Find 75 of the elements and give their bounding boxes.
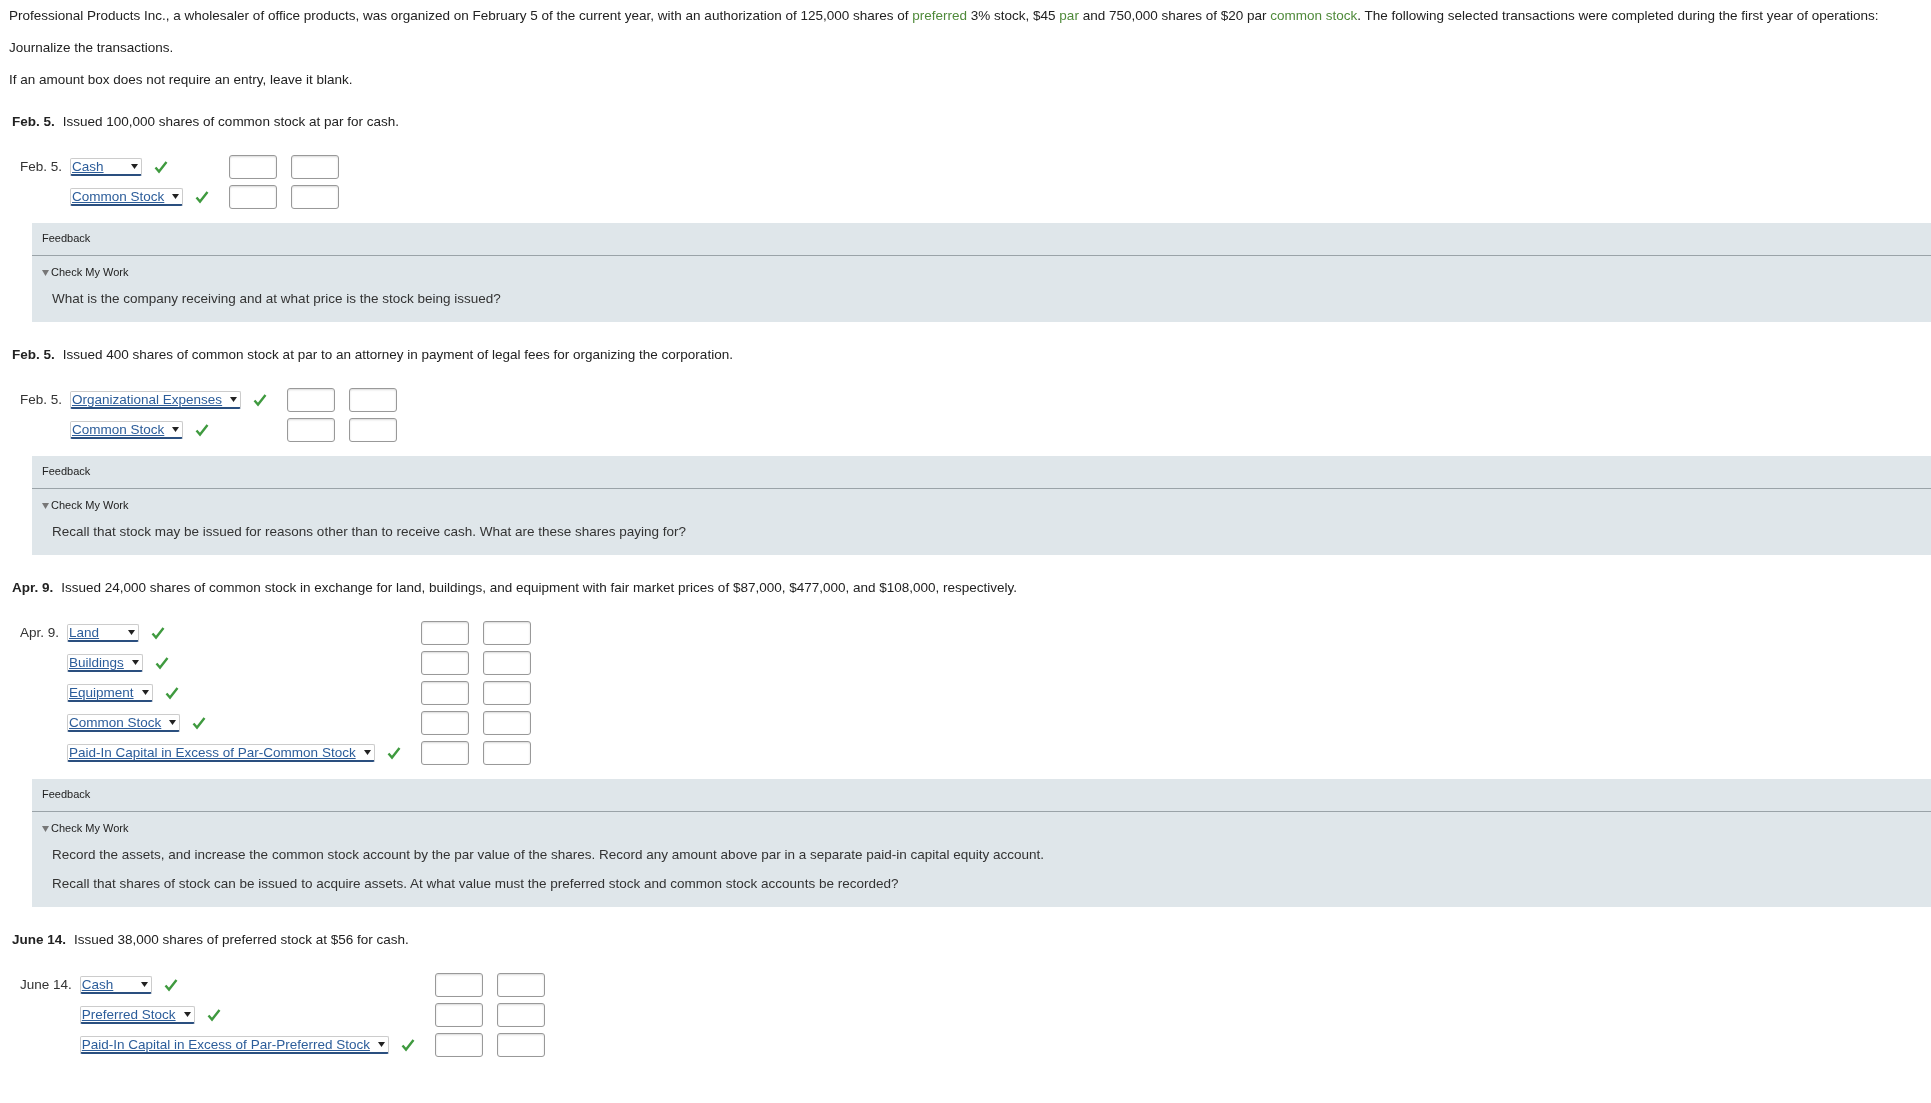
credit-amount-field[interactable] <box>496 1033 545 1057</box>
feedback-title: Feedback <box>41 231 92 245</box>
account-dropdown[interactable]: Common Stock <box>70 188 184 206</box>
caret-icon <box>363 750 371 755</box>
debit-amount-field[interactable] <box>229 185 278 209</box>
credit-amount-field[interactable] <box>482 741 531 765</box>
debit-amount-field[interactable] <box>287 418 336 442</box>
credit-amount-field[interactable] <box>496 973 545 997</box>
transaction-date: June 14. <box>12 931 67 949</box>
glossary-link[interactable]: par <box>1059 8 1079 23</box>
account-dropdown[interactable]: Paid-In Capital in Excess of Par-Preferred Stock <box>79 1036 389 1054</box>
entry-date: Feb. 5. <box>20 391 63 409</box>
caret-icon <box>169 720 177 725</box>
caret-icon <box>141 690 149 695</box>
account-dropdown[interactable]: Cash <box>70 158 143 176</box>
credit-amount-field[interactable] <box>482 651 531 675</box>
credit-amount-field[interactable] <box>482 681 531 705</box>
entry-date: Feb. 5. <box>20 158 63 176</box>
feedback-text: Recall that shares of stock can be issued to acquire assets. At what value must the preferred stock and common stock accounts be recorded? <box>51 875 900 893</box>
caret-icon <box>172 427 180 432</box>
debit-amount-field[interactable] <box>420 741 469 765</box>
entry-date: Apr. 9. <box>20 624 60 642</box>
caret-icon <box>230 397 238 402</box>
debit-amount-field[interactable] <box>229 155 278 179</box>
transaction-description: Issued 100,000 shares of common stock at par for cash. <box>62 113 399 131</box>
instruction-text: Journalize the transactions. <box>8 39 175 57</box>
caret-icon <box>172 194 180 199</box>
check-my-work-toggle[interactable]: Check My Work <box>32 265 1931 279</box>
credit-amount-field[interactable] <box>291 155 340 179</box>
check-my-work-toggle[interactable]: Check My Work <box>32 821 1931 835</box>
feedback-title: Feedback <box>41 464 92 478</box>
debit-amount-field[interactable] <box>420 621 469 645</box>
account-dropdown[interactable]: Equipment <box>67 684 153 702</box>
credit-amount-field[interactable] <box>291 185 340 209</box>
entry-date: June 14. <box>20 976 72 994</box>
debit-amount-field[interactable] <box>420 711 469 735</box>
caret-icon <box>128 630 136 635</box>
debit-amount-field[interactable] <box>434 973 483 997</box>
feedback-text: Recall that stock may be issued for reasons other than to receive cash. What are these shares paying for? <box>51 523 688 541</box>
debit-amount-field[interactable] <box>434 1033 483 1057</box>
credit-amount-field[interactable] <box>482 711 531 735</box>
problem-statement: Professional Products Inc., a wholesaler of office products, was organized on February 5 of the current year, with an authorization of 125,000 shares of preferred 3% stock, $45 par and 750,000 shares of $20 par common stock. The following selected transactions were completed during the first year of operations: <box>8 7 1880 25</box>
debit-amount-field[interactable] <box>287 388 336 412</box>
account-dropdown[interactable]: Paid-In Capital in Excess of Par-Common Stock <box>67 744 375 762</box>
transaction-date: Feb. 5. <box>12 346 55 364</box>
instruction-text: If an amount box does not require an entry, leave it blank. <box>8 71 354 89</box>
check-my-work-toggle[interactable]: Check My Work <box>32 498 1931 512</box>
credit-amount-field[interactable] <box>349 388 398 412</box>
transaction-date: Apr. 9. <box>12 579 54 597</box>
caret-icon <box>131 164 139 169</box>
debit-amount-field[interactable] <box>420 681 469 705</box>
account-dropdown[interactable]: Buildings <box>67 654 143 672</box>
account-dropdown[interactable]: Land <box>67 624 140 642</box>
transaction-date: Feb. 5. <box>12 113 55 131</box>
account-dropdown[interactable]: Common Stock <box>70 421 184 439</box>
transaction-description: Issued 24,000 shares of common stock in exchange for land, buildings, and equipment with fair market prices of $87,000, $477,000, and $108,000, respectively. <box>61 579 1018 597</box>
feedback-title: Feedback <box>41 787 92 801</box>
caret-icon <box>377 1042 385 1047</box>
glossary-link[interactable]: preferred <box>912 8 968 23</box>
feedback-text: Record the assets, and increase the common stock account by the par value of the shares. Record any amount above par in a separate paid-in capital equity account. <box>51 846 1046 864</box>
account-dropdown[interactable]: Common Stock <box>67 714 181 732</box>
debit-amount-field[interactable] <box>420 651 469 675</box>
credit-amount-field[interactable] <box>349 418 398 442</box>
account-dropdown[interactable]: Preferred Stock <box>79 1006 195 1024</box>
feedback-text: What is the company receiving and at what price is the stock being issued? <box>51 290 502 308</box>
account-dropdown[interactable]: Organizational Expenses <box>70 391 242 409</box>
credit-amount-field[interactable] <box>496 1003 545 1027</box>
transaction-description: Issued 400 shares of common stock at par to an attorney in payment of legal fees for organizing the corporation. <box>62 346 733 364</box>
debit-amount-field[interactable] <box>434 1003 483 1027</box>
account-dropdown[interactable]: Cash <box>79 976 152 994</box>
caret-icon <box>140 982 148 987</box>
caret-icon <box>131 660 139 665</box>
transaction-description: Issued 38,000 shares of preferred stock at $56 for cash. <box>74 931 409 949</box>
credit-amount-field[interactable] <box>482 621 531 645</box>
caret-icon <box>183 1012 191 1017</box>
